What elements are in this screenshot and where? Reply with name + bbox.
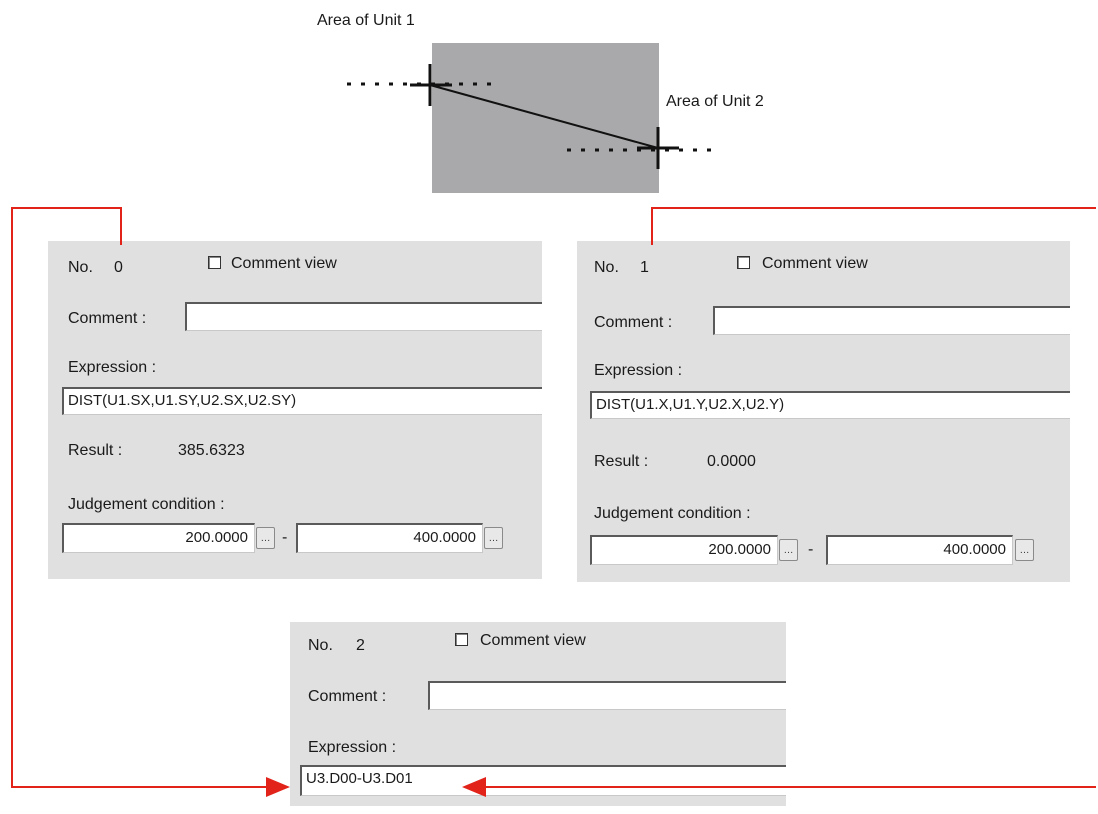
diagram-overlay bbox=[11, 64, 1096, 797]
connector-arrow-left bbox=[11, 207, 290, 797]
unit2-cross-marker bbox=[637, 127, 679, 169]
measurement-lines bbox=[347, 82, 716, 152]
connector-arrow-right bbox=[462, 207, 1096, 797]
unit1-cross-marker bbox=[410, 64, 452, 106]
